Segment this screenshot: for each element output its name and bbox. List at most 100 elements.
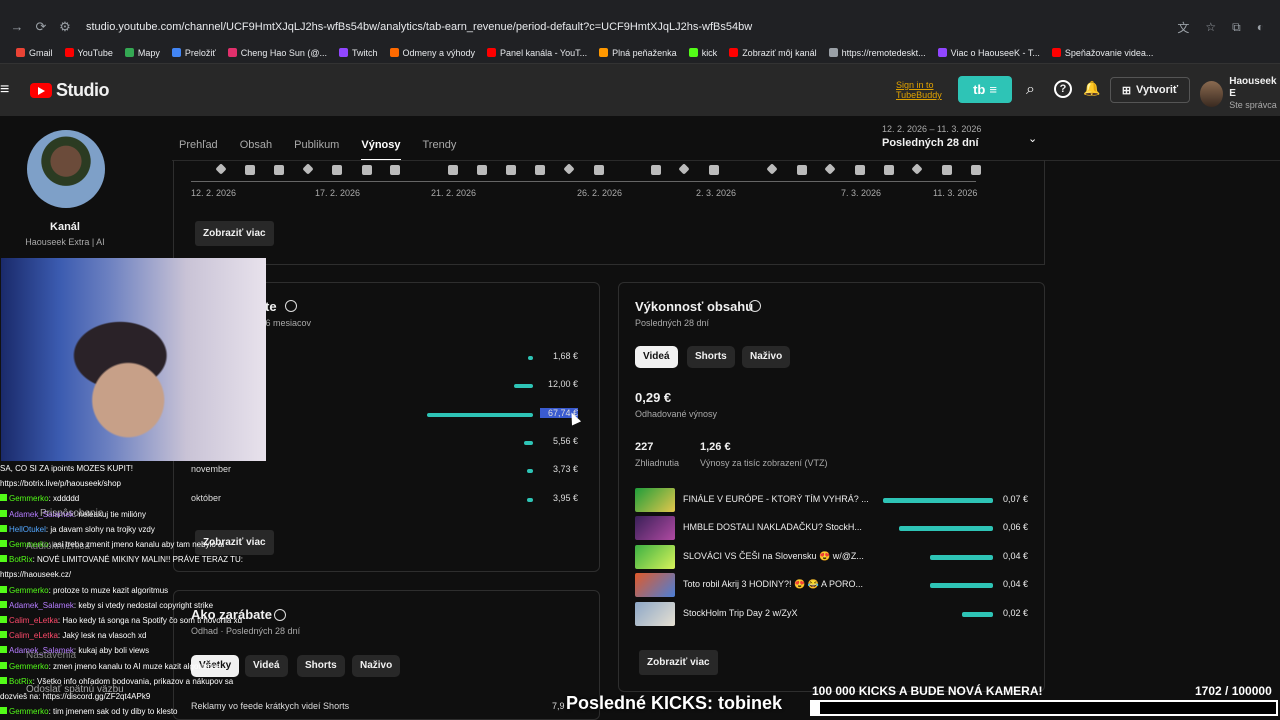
upload-marker-icon[interactable]: [390, 165, 400, 175]
bookmark-item[interactable]: Odmeny a výhody: [389, 48, 475, 58]
chat-username[interactable]: Calim_eLetka: [9, 631, 58, 640]
chat-username[interactable]: Calim_eLetka: [9, 616, 58, 625]
tubebuddy-signin-link[interactable]: Sign in to TubeBuddy: [896, 80, 956, 100]
upload-marker-icon[interactable]: [594, 165, 604, 175]
upload-marker-icon[interactable]: [563, 163, 575, 175]
sidebar-item-feedback[interactable]: Odoslať spätnú väzbu: [26, 684, 124, 695]
chip-live[interactable]: Naživo: [742, 346, 791, 368]
chat-username[interactable]: HellOtukel: [9, 525, 46, 534]
upload-marker-icon[interactable]: [362, 165, 372, 175]
upload-marker-icon[interactable]: [448, 165, 458, 175]
upload-marker-icon[interactable]: [911, 163, 923, 175]
chat-text: : zmen jmeno kanalu to AI muze kazit alg…: [48, 661, 221, 671]
chevron-down-icon[interactable]: ⌄: [1028, 132, 1037, 145]
bookmark-item[interactable]: YouTube: [64, 48, 113, 58]
bookmark-item[interactable]: Cheng Hao Sun (@...: [227, 48, 327, 58]
video-row[interactable]: StockHolm Trip Day 2 w/ZyX 0,02 €: [635, 601, 1028, 626]
video-row[interactable]: FINÁLE V EURÓPE - KTORÝ TÍM VYHRÁ? ... 0,…: [635, 488, 1028, 512]
bookmark-item[interactable]: Plná peňaženka: [599, 48, 677, 58]
video-row[interactable]: Toto robil Akrij 3 HODINY?! 😍 😂 A PORO..…: [635, 573, 1028, 598]
bookmark-label: Preložiť: [184, 47, 216, 58]
upload-marker-icon[interactable]: [215, 163, 227, 175]
period-selector[interactable]: 12. 2. 2026 – 11. 3. 2026 Posledných 28 …: [882, 124, 981, 149]
video-revenue-bar: [883, 498, 993, 503]
reload-icon[interactable]: ⟳: [34, 20, 48, 34]
account-switcher[interactable]: Haouseek E Ste správca: [1200, 76, 1280, 111]
upload-marker-icon[interactable]: [824, 163, 836, 175]
menu-icon[interactable]: ≡: [0, 81, 14, 99]
tubebuddy-logo: tb: [973, 82, 986, 97]
upload-marker-icon[interactable]: [971, 165, 981, 175]
profile-icon[interactable]: ◐: [1257, 20, 1264, 34]
tab-audience[interactable]: Publikum: [294, 139, 339, 161]
create-button[interactable]: ⊞ Vytvoriť: [1110, 77, 1190, 103]
bell-icon[interactable]: 🔔: [1083, 80, 1100, 97]
upload-marker-icon[interactable]: [535, 165, 545, 175]
chat-username[interactable]: Adamek_Salamek: [9, 601, 74, 610]
studio-logo-text[interactable]: Studio: [56, 80, 110, 101]
bookmark-item[interactable]: Mapy: [124, 48, 160, 58]
clock-icon[interactable]: [285, 300, 297, 312]
chat-username[interactable]: Gemmerko: [9, 707, 49, 716]
upload-marker-icon[interactable]: [766, 163, 778, 175]
upload-marker-icon[interactable]: [942, 165, 952, 175]
tab-content[interactable]: Obsah: [240, 139, 272, 161]
tubebuddy-button[interactable]: tb ≡: [958, 76, 1012, 103]
tab-overview[interactable]: Prehľad: [179, 139, 218, 161]
search-icon[interactable]: ⌕: [1026, 81, 1035, 99]
chat-username[interactable]: Gemmerko: [9, 662, 49, 671]
video-row[interactable]: SLOVÁCI VS ČEŠI na Slovensku 😍 w/@Z... 0,…: [635, 544, 1028, 569]
youtube-logo-icon[interactable]: [30, 82, 52, 98]
chip-videos[interactable]: Videá: [635, 346, 678, 368]
chat-username[interactable]: Gemmerko: [9, 586, 49, 595]
upload-marker-icon[interactable]: [855, 165, 865, 175]
clock-icon[interactable]: [749, 300, 761, 312]
tab-revenue[interactable]: Výnosy: [361, 139, 401, 161]
show-more-button[interactable]: Zobraziť viac: [195, 221, 274, 246]
upload-marker-icon[interactable]: [245, 165, 255, 175]
forward-icon[interactable]: →: [10, 20, 24, 34]
bookmark-item[interactable]: Speňažovanie videa...: [1051, 48, 1153, 58]
upload-marker-icon[interactable]: [274, 165, 284, 175]
upload-marker-icon[interactable]: [651, 165, 661, 175]
channel-avatar[interactable]: [27, 130, 105, 208]
revenue-bar: [514, 384, 533, 389]
chip-shorts[interactable]: Shorts: [687, 346, 735, 368]
upload-marker-icon[interactable]: [884, 165, 894, 175]
upload-marker-icon[interactable]: [477, 165, 487, 175]
chat-username[interactable]: BotRix: [9, 555, 33, 564]
upload-marker-icon[interactable]: [302, 163, 314, 175]
upload-marker-icon[interactable]: [678, 163, 690, 175]
hamburger-icon: ≡: [989, 82, 997, 97]
translate-icon[interactable]: 文: [1177, 19, 1189, 36]
site-info-icon[interactable]: ⚙: [58, 20, 72, 34]
bookmark-item[interactable]: Twitch: [338, 48, 378, 58]
address-bar[interactable]: studio.youtube.com/channel/UCF9HmtXJqLJ2…: [86, 21, 1177, 33]
sidebar-item-settings[interactable]: Nastavenia: [26, 650, 76, 661]
upload-marker-icon[interactable]: [506, 165, 516, 175]
video-row[interactable]: HMBLE DOSTALI NAKLADAČKU? StockH... 0,06 …: [635, 516, 1028, 541]
sidebar-item-customization[interactable]: Prispôsobenie: [40, 508, 103, 519]
bookmark-item[interactable]: https://remotedeskt...: [828, 48, 926, 58]
extensions-icon[interactable]: ⧉: [1232, 20, 1241, 35]
bookmark-item[interactable]: Viac o HaouseeK - T...: [937, 48, 1040, 58]
chat-text: : Jaký lesk na vlasoch xd: [57, 631, 147, 641]
bookmark-item[interactable]: Panel kanála - YouT...: [487, 48, 587, 58]
chat-badge-icon: [0, 631, 7, 639]
chip-live[interactable]: Naživo: [352, 655, 401, 677]
chat-username[interactable]: Gemmerko: [9, 494, 49, 503]
chip-shorts[interactable]: Shorts: [297, 655, 345, 677]
bookmark-item[interactable]: Preložiť: [171, 47, 216, 58]
bookmark-item[interactable]: Gmail: [16, 48, 53, 58]
sidebar-item-audio-library[interactable]: Audiokniižnica: [26, 541, 90, 552]
show-more-button[interactable]: Zobraziť viac: [639, 650, 718, 675]
bookmark-star-icon[interactable]: ☆: [1205, 20, 1216, 34]
upload-marker-icon[interactable]: [797, 165, 807, 175]
upload-marker-icon[interactable]: [709, 165, 719, 175]
bookmark-item[interactable]: Zobraziť môj kanál: [729, 48, 817, 58]
upload-marker-icon[interactable]: [332, 165, 342, 175]
help-icon[interactable]: ?: [1054, 80, 1072, 98]
bookmark-item[interactable]: kick: [688, 48, 717, 58]
clock-icon[interactable]: [274, 609, 286, 621]
tab-trends[interactable]: Trendy: [423, 139, 457, 161]
